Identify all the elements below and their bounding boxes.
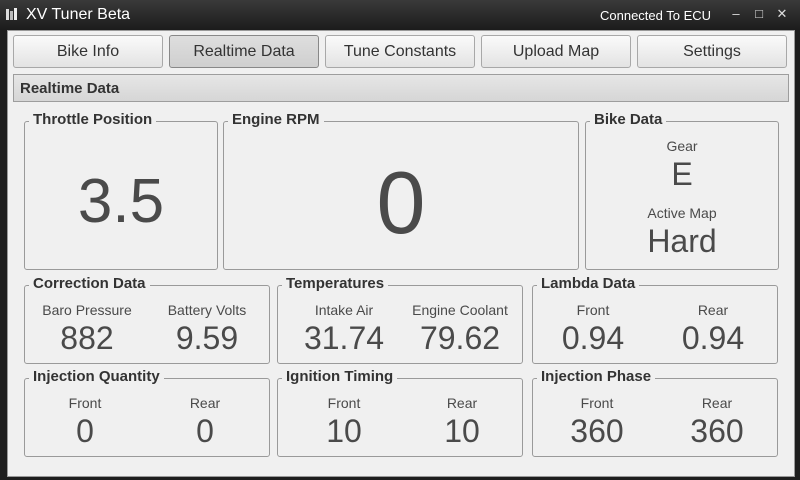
group-title: Temperatures bbox=[282, 275, 389, 292]
tab-realtime-data[interactable]: Realtime Data bbox=[169, 35, 319, 68]
baro-pressure-value: 882 bbox=[60, 320, 114, 356]
injection-phase-rear-value: 360 bbox=[690, 413, 744, 449]
group-title: Ignition Timing bbox=[282, 368, 398, 385]
gear-value: E bbox=[671, 156, 693, 192]
injection-phase-front-label: Front bbox=[580, 395, 614, 411]
ignition-front-value: 10 bbox=[326, 413, 362, 449]
group-title: Injection Quantity bbox=[29, 368, 164, 385]
battery-volts-value: 9.59 bbox=[175, 320, 239, 356]
tab-label: Upload Map bbox=[512, 42, 600, 60]
bike-data-group: Bike Data Gear E Active Map Hard bbox=[585, 111, 779, 270]
tab-label: Realtime Data bbox=[193, 42, 295, 60]
injection-phase-rear-label: Rear bbox=[701, 395, 733, 411]
ignition-rear-label: Rear bbox=[446, 395, 478, 411]
baro-pressure-label: Baro Pressure bbox=[42, 302, 132, 318]
tab-tune-constants[interactable]: Tune Constants bbox=[325, 35, 475, 68]
throttle-value: 3.5 bbox=[77, 167, 165, 236]
ignition-rear-value: 10 bbox=[444, 413, 480, 449]
temperatures-group: Temperatures Intake Air 31.74 Engine Coo… bbox=[277, 275, 523, 364]
engine-rpm-group: Engine RPM 0 bbox=[223, 111, 579, 270]
intake-air-label: Intake Air bbox=[314, 302, 374, 318]
group-title: Bike Data bbox=[590, 111, 667, 128]
group-title: Throttle Position bbox=[29, 111, 157, 128]
injection-phase-group: Injection Phase Front 360 Rear 360 bbox=[532, 368, 778, 457]
app-logo-icon bbox=[6, 8, 17, 20]
lambda-rear-value: 0.94 bbox=[681, 320, 745, 356]
group-title: Injection Phase bbox=[537, 368, 656, 385]
close-icon[interactable]: ✕ bbox=[772, 4, 792, 24]
injection-quantity-front-label: Front bbox=[68, 395, 102, 411]
tab-upload-map[interactable]: Upload Map bbox=[481, 35, 631, 68]
engine-coolant-value: 79.62 bbox=[419, 320, 501, 356]
active-map-label: Active Map bbox=[647, 205, 717, 221]
intake-air-value: 31.74 bbox=[303, 320, 385, 356]
section-header: Realtime Data bbox=[13, 74, 789, 102]
rpm-value: 0 bbox=[376, 153, 426, 252]
title-bar[interactable]: XV Tuner Beta Connected To ECU – □ ✕ bbox=[0, 0, 800, 30]
group-title: Engine RPM bbox=[228, 111, 324, 128]
section-title: Realtime Data bbox=[20, 80, 120, 97]
injection-phase-front-value: 360 bbox=[570, 413, 624, 449]
app-window: XV Tuner Beta Connected To ECU – □ ✕ Bik… bbox=[0, 0, 800, 480]
tab-settings[interactable]: Settings bbox=[637, 35, 787, 68]
maximize-icon[interactable]: □ bbox=[749, 4, 769, 24]
tab-label: Tune Constants bbox=[343, 42, 457, 60]
minimize-icon[interactable]: – bbox=[726, 4, 746, 24]
main-panel: Bike Info Realtime Data Tune Constants U… bbox=[7, 30, 795, 477]
battery-volts-label: Battery Volts bbox=[167, 302, 247, 318]
injection-quantity-rear-label: Rear bbox=[189, 395, 221, 411]
injection-quantity-group: Injection Quantity Front 0 Rear 0 bbox=[24, 368, 270, 457]
injection-quantity-rear-value: 0 bbox=[196, 413, 214, 449]
engine-coolant-label: Engine Coolant bbox=[412, 302, 508, 318]
gear-label: Gear bbox=[666, 138, 698, 154]
group-title: Correction Data bbox=[29, 275, 150, 292]
group-title: Lambda Data bbox=[537, 275, 640, 292]
lambda-front-value: 0.94 bbox=[561, 320, 625, 356]
ignition-timing-group: Ignition Timing Front 10 Rear 10 bbox=[277, 368, 523, 457]
lambda-rear-label: Rear bbox=[697, 302, 729, 318]
connection-status: Connected To ECU bbox=[600, 8, 712, 23]
lambda-data-group: Lambda Data Front 0.94 Rear 0.94 bbox=[532, 275, 778, 364]
window-title: XV Tuner Beta bbox=[26, 6, 131, 23]
injection-quantity-front-value: 0 bbox=[76, 413, 94, 449]
tab-bike-info[interactable]: Bike Info bbox=[13, 35, 163, 68]
throttle-position-group: Throttle Position 3.5 bbox=[24, 111, 218, 270]
active-map-value: Hard bbox=[647, 223, 717, 259]
tab-label: Settings bbox=[683, 42, 741, 60]
ignition-front-label: Front bbox=[327, 395, 361, 411]
tab-label: Bike Info bbox=[56, 42, 120, 60]
correction-data-group: Correction Data Baro Pressure 882 Batter… bbox=[24, 275, 270, 364]
lambda-front-label: Front bbox=[576, 302, 610, 318]
